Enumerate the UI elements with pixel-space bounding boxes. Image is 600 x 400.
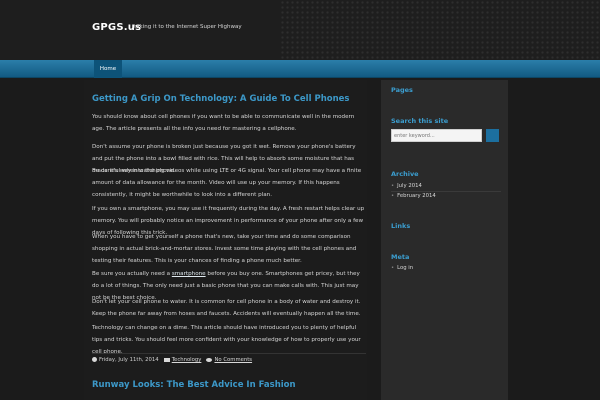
paragraph-text: Be sure you actually need a: [92, 271, 172, 277]
search-button[interactable]: [486, 129, 499, 142]
post-meta: Friday, July 11th, 2014 Technology No Co…: [92, 357, 367, 363]
post-title[interactable]: Runway Looks: The Best Advice In Fashion: [92, 380, 296, 390]
post-paragraph: When you have to get yourself a phone th…: [92, 234, 357, 264]
header-dot-pattern: [280, 0, 600, 60]
post-divider: [92, 353, 366, 354]
sidebar: [381, 80, 508, 400]
smartphone-link[interactable]: smartphone: [172, 271, 206, 277]
meta-heading: Meta: [391, 253, 410, 261]
archive-label[interactable]: February 2014: [397, 193, 436, 199]
post-date: Friday, July 11th, 2014: [99, 357, 159, 363]
archive-heading: Archive: [391, 170, 419, 178]
pages-heading: Pages: [391, 86, 413, 94]
clock-icon: [92, 357, 97, 362]
post-paragraph: Be careful when watching videos while us…: [92, 168, 362, 198]
nav-home-tab[interactable]: Home: [94, 60, 122, 78]
comments-link[interactable]: No Comments: [214, 357, 252, 363]
login-link[interactable]: Log in: [397, 265, 413, 271]
site-tagline: taking it to the Internet Super Highway: [134, 24, 242, 30]
folder-icon: [163, 357, 170, 362]
archive-item[interactable]: • July 2014: [391, 183, 422, 189]
post-title[interactable]: Getting A Grip On Technology: A Guide To…: [92, 94, 349, 104]
post-paragraph: You should know about cell phones if you…: [92, 114, 355, 132]
site-header: [0, 0, 600, 60]
search-input[interactable]: [391, 129, 482, 142]
category-link[interactable]: Technology: [172, 357, 202, 363]
archive-label[interactable]: July 2014: [397, 183, 422, 189]
links-heading: Links: [391, 222, 411, 230]
nav-bar: [0, 60, 600, 78]
list-divider: [391, 191, 501, 192]
meta-item[interactable]: • Log in: [391, 265, 413, 271]
post-paragraph: Don't let your cell phone to water. It i…: [92, 299, 361, 317]
comment-icon: [206, 357, 213, 362]
archive-item[interactable]: • February 2014: [391, 193, 436, 199]
search-heading: Search this site: [391, 117, 449, 125]
